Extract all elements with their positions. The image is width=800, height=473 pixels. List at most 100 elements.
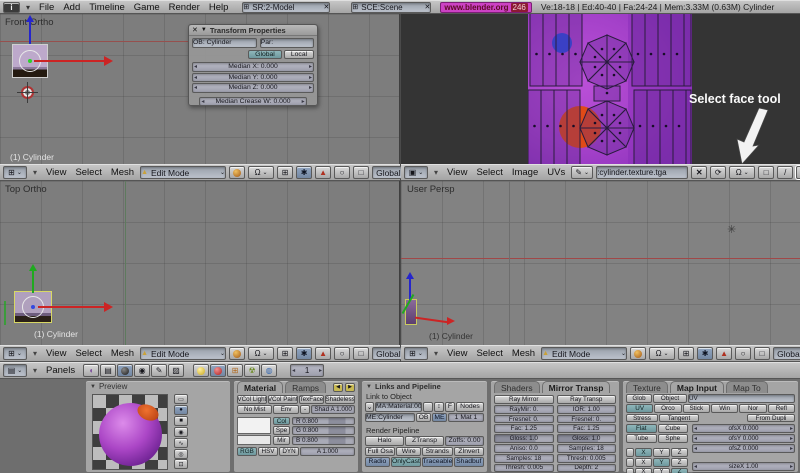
- shadeless-button[interactable]: Shadeless: [325, 395, 355, 404]
- preview-hair-button[interactable]: ∿: [174, 438, 188, 448]
- tab-map-input[interactable]: Map Input: [670, 381, 724, 393]
- tab-ramps[interactable]: Ramps: [285, 381, 326, 393]
- transform-properties-panel[interactable]: ✕ ▼ Transform Properties OB: Cylinder Pa…: [188, 24, 318, 106]
- menu-render[interactable]: Render: [166, 2, 203, 13]
- material-slot-stepper[interactable]: 1 Mat 1: [448, 413, 484, 423]
- fac-transp-slider[interactable]: Fac: 1.25: [557, 424, 617, 433]
- stepper-left-icon[interactable]: ◂: [291, 367, 296, 374]
- slider-right-icon[interactable]: ▸: [301, 98, 306, 105]
- menu-image[interactable]: Image: [509, 167, 541, 178]
- close-icon[interactable]: ✕: [425, 3, 431, 11]
- x-axis-arrow[interactable]: [415, 317, 449, 324]
- menu-view[interactable]: View: [444, 167, 470, 178]
- median-z-slider[interactable]: ◂ Median Z: 0.000 ▸: [192, 83, 314, 93]
- proportional-edit-button[interactable]: ▲: [716, 347, 732, 360]
- radiosity-subcontext-button[interactable]: ☢: [244, 364, 260, 377]
- menu-help[interactable]: Help: [206, 2, 232, 13]
- dyn-button[interactable]: DYN: [279, 447, 299, 456]
- sphe-button[interactable]: Sphe: [658, 434, 689, 443]
- flat-button[interactable]: Flat: [626, 424, 657, 433]
- x-coord-button[interactable]: X: [635, 448, 652, 457]
- r-slider[interactable]: R 0.800: [292, 417, 355, 426]
- menu-select[interactable]: Select: [473, 167, 505, 178]
- editor-type-selector[interactable]: ▤⌄: [3, 364, 27, 377]
- halo-button[interactable]: Halo: [365, 436, 404, 446]
- menu-panels[interactable]: Panels: [43, 365, 78, 376]
- zinvert-button[interactable]: ZInvert: [454, 447, 484, 457]
- menu-game[interactable]: Game: [131, 2, 163, 13]
- uv-texture-image[interactable]: [528, 14, 692, 164]
- slider-left-icon[interactable]: ◂: [200, 98, 205, 105]
- menu-select[interactable]: Select: [72, 167, 104, 178]
- preview-refresh-button[interactable]: ⊡: [174, 459, 188, 469]
- pivot-dropdown[interactable]: Ω⌄: [649, 347, 675, 360]
- depth-transp-stepper[interactable]: Depth: 2: [557, 464, 617, 473]
- ofsy-slider[interactable]: ofsY 0.000: [729, 435, 759, 442]
- editor-type-selector[interactable]: ⊞⌄: [3, 347, 27, 360]
- scale-mode-button[interactable]: □: [754, 347, 770, 360]
- ma-browse-icon[interactable]: ⌄: [365, 402, 374, 412]
- parent-field[interactable]: Par:: [260, 38, 314, 48]
- vcol-light-button[interactable]: VCol Light: [237, 395, 267, 404]
- gloss-mirror-slider[interactable]: Gloss: 1.0: [494, 434, 554, 443]
- move-panel-left-icon[interactable]: ◀: [333, 383, 343, 392]
- tab-texture[interactable]: Texture: [626, 381, 668, 393]
- z-coord-button[interactable]: Z: [671, 468, 688, 473]
- hsv-button[interactable]: HSV: [258, 447, 278, 456]
- rotate-mode-button[interactable]: ○: [334, 347, 350, 360]
- slider-left-icon[interactable]: ◂: [693, 463, 698, 470]
- ob-link-button[interactable]: OB: [416, 413, 431, 423]
- preview-sky-button[interactable]: ◎: [174, 449, 188, 459]
- orco-button[interactable]: Orco: [654, 404, 681, 413]
- preview-monkey-button[interactable]: ◉: [174, 427, 188, 437]
- lamp-subcontext-button[interactable]: [193, 364, 209, 377]
- diffuse-color-swatch[interactable]: [237, 417, 271, 435]
- orientation-dropdown[interactable]: Global⌄: [773, 347, 800, 360]
- shad-alpha-slider[interactable]: Shad A 1.000: [311, 405, 355, 414]
- slider-left-icon[interactable]: ◂: [193, 84, 198, 91]
- manipulator-toggle[interactable]: ⊞: [678, 347, 694, 360]
- mir-button[interactable]: Mir: [273, 436, 290, 445]
- slider-left-icon[interactable]: ◂: [693, 445, 698, 452]
- preview-cube-button[interactable]: ■: [174, 416, 188, 426]
- fresnel-transp-slider[interactable]: Fresnel: 0.: [557, 415, 617, 424]
- world-subcontext-button[interactable]: ◍: [261, 364, 277, 377]
- tab-map-to[interactable]: Map To: [726, 381, 768, 393]
- z-axis-arrow[interactable]: [29, 20, 31, 44]
- material-subcontext-button[interactable]: [210, 364, 226, 377]
- uv-layer-field[interactable]: UV: [688, 394, 795, 403]
- z-coord-button[interactable]: Z: [671, 448, 688, 457]
- stress-button[interactable]: Stress: [626, 414, 658, 423]
- nor-button[interactable]: Nor: [739, 404, 766, 413]
- screen-selector[interactable]: ⊞ SR:2-Model ✕: [242, 2, 330, 13]
- manipulator-toggle[interactable]: ⊞: [277, 166, 293, 179]
- unlink-material-icon[interactable]: [423, 402, 433, 412]
- wire-button[interactable]: Wire: [396, 447, 421, 457]
- nodes-button[interactable]: Nodes: [456, 402, 484, 412]
- ray-transp-button[interactable]: Ray Transp: [557, 395, 617, 404]
- editor-type-selector[interactable]: ⊞⌄: [404, 347, 428, 360]
- fresnel-mirror-slider[interactable]: Fresnel: 0.: [494, 415, 554, 424]
- tab-material[interactable]: Material: [237, 381, 283, 393]
- panel-collapse-icon[interactable]: ▼: [366, 384, 372, 390]
- median-crease-slider[interactable]: ◂ Median Crease W: 0.000 ▸: [199, 97, 306, 107]
- x-axis-arrow[interactable]: [38, 306, 106, 308]
- fake-user-icon[interactable]: F: [445, 402, 455, 412]
- uv-coords-button[interactable]: UV: [626, 404, 653, 413]
- menu-add[interactable]: Add: [60, 2, 83, 13]
- blender-logo-icon[interactable]: i: [3, 2, 20, 13]
- texture-subcontext-button[interactable]: ⊞: [227, 364, 243, 377]
- local-button[interactable]: Local: [284, 50, 314, 60]
- rgb-button[interactable]: RGB: [237, 447, 257, 456]
- header-collapse-icon[interactable]: ▾: [431, 168, 441, 177]
- slider-right-icon[interactable]: ▸: [789, 463, 794, 470]
- scene-context-button[interactable]: ▨: [168, 364, 184, 377]
- blank-cell[interactable]: [626, 458, 634, 467]
- full-osa-button[interactable]: Full Osa: [365, 447, 395, 457]
- radio-button[interactable]: Radio: [365, 457, 390, 467]
- shading-context-button[interactable]: [117, 364, 133, 377]
- unlink-image-button[interactable]: ✕: [691, 166, 707, 179]
- rotate-mode-button[interactable]: ○: [334, 166, 350, 179]
- header-collapse-icon[interactable]: ▾: [30, 366, 40, 375]
- from-dupli-button[interactable]: From Dupli: [747, 414, 795, 423]
